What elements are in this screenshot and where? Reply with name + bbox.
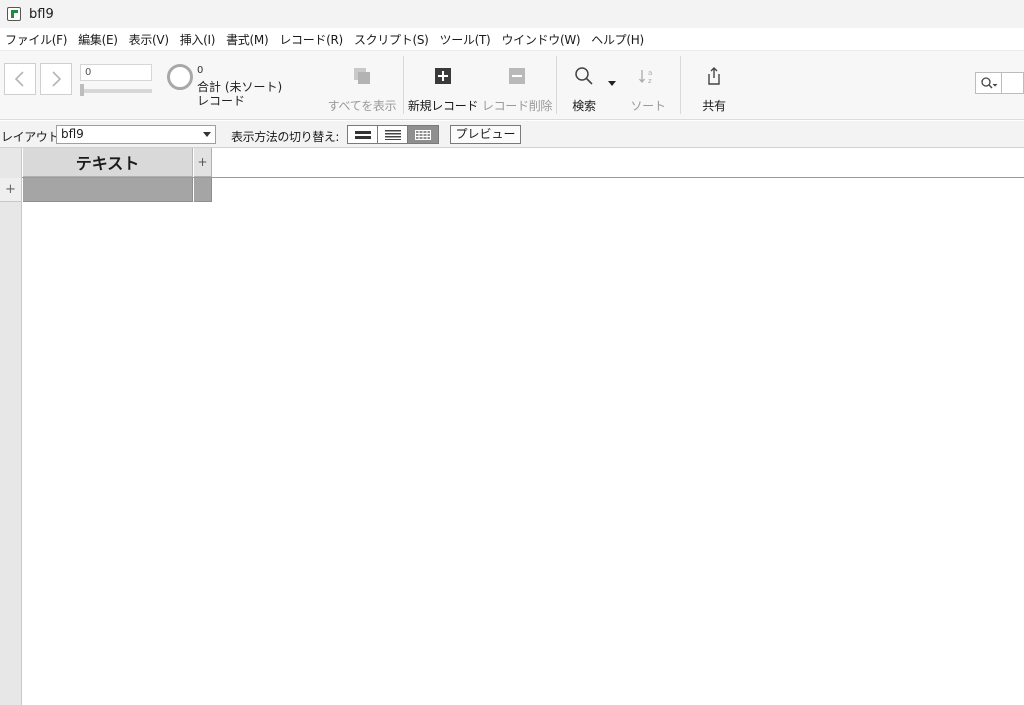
layout-label: レイアウト: — [1, 130, 63, 144]
record-slider[interactable] — [80, 89, 152, 93]
add-field-button[interactable]: + — [194, 148, 212, 177]
toolbar-divider — [680, 56, 681, 114]
menu-scripts[interactable]: スクリプト(S) — [351, 31, 437, 48]
menu-edit[interactable]: 編集(E) — [75, 31, 125, 48]
records-label: レコード — [197, 94, 246, 108]
record-number-field[interactable]: 0 — [80, 64, 152, 81]
show-all-label: すべてを表示 — [327, 99, 397, 113]
show-all-button[interactable]: すべてを表示 — [327, 63, 397, 114]
menu-insert[interactable]: 挿入(I) — [177, 31, 223, 48]
window-title: bfl9 — [29, 6, 54, 22]
toolbar-divider — [556, 56, 557, 114]
menu-format[interactable]: 書式(M) — [223, 31, 276, 48]
layout-bar: レイアウト: bfl9 表示方法の切り替え: プレビュー — [0, 121, 1024, 148]
toolbar-divider — [403, 56, 404, 114]
row-gutter — [0, 148, 22, 705]
svg-text:a: a — [648, 69, 652, 77]
menu-view[interactable]: 表示(V) — [126, 31, 177, 48]
column-header-text[interactable]: テキスト — [23, 148, 193, 177]
find-dropdown-icon[interactable] — [608, 81, 616, 86]
table-cell[interactable] — [23, 178, 193, 202]
menu-bar: ファイル(F) 編集(E) 表示(V) 挿入(I) 書式(M) レコード(R) … — [0, 28, 1024, 51]
search-icon[interactable] — [976, 73, 1002, 93]
title-bar: bfl9 — [0, 0, 1024, 28]
menu-file[interactable]: ファイル(F) — [2, 31, 75, 48]
table-view-area: テキスト + + — [0, 148, 1024, 705]
delete-record-label: レコード削除 — [481, 99, 553, 113]
sort-button[interactable]: az ソート — [630, 63, 666, 114]
record-slider-thumb[interactable] — [80, 84, 84, 96]
share-button[interactable]: 共有 — [696, 63, 732, 114]
sort-label: ソート — [630, 99, 666, 113]
next-record-button[interactable] — [40, 63, 72, 95]
preview-button[interactable]: プレビュー — [450, 125, 521, 144]
new-record-button[interactable]: 新規レコード — [407, 63, 479, 114]
view-as-toggle — [347, 125, 439, 144]
status-toolbar: 0 0 合計 (未ソート) レコード すべてを表示 新規レコード レコード削除 … — [0, 51, 1024, 120]
chevron-down-icon — [203, 132, 211, 137]
plus-square-icon — [430, 63, 456, 89]
view-as-form-button[interactable] — [348, 126, 378, 143]
menu-tools[interactable]: ツール(T) — [437, 31, 499, 48]
view-as-label: 表示方法の切り替え: — [231, 130, 340, 144]
sort-az-icon: az — [635, 63, 661, 89]
delete-record-button[interactable]: レコード削除 — [481, 63, 553, 114]
list-view-icon — [384, 129, 401, 140]
quick-find-field[interactable] — [975, 72, 1024, 94]
chevron-right-icon — [52, 71, 62, 87]
share-label: 共有 — [702, 99, 726, 113]
layout-dropdown[interactable]: bfl9 — [56, 125, 216, 144]
menu-window[interactable]: ウインドウ(W) — [498, 31, 588, 48]
show-all-icon — [349, 63, 375, 89]
form-view-icon — [354, 130, 371, 139]
app-icon — [7, 7, 21, 21]
previous-record-button[interactable] — [4, 63, 36, 95]
share-icon — [701, 63, 727, 89]
magnifier-icon — [571, 63, 597, 89]
chevron-left-icon — [14, 71, 24, 87]
table-view-icon — [415, 129, 431, 140]
view-as-list-button[interactable] — [378, 126, 408, 143]
view-as-table-button[interactable] — [408, 126, 438, 143]
add-record-button[interactable]: + — [0, 178, 22, 202]
find-label: 検索 — [572, 99, 596, 113]
found-set-pie-chart — [167, 64, 193, 90]
new-record-label: 新規レコード — [407, 99, 479, 113]
layout-dropdown-value: bfl9 — [61, 127, 84, 141]
svg-text:z: z — [648, 77, 652, 85]
menu-records[interactable]: レコード(R) — [276, 31, 351, 48]
table-cell-trailing — [194, 178, 212, 202]
minus-square-icon — [504, 63, 530, 89]
found-count: 0 — [197, 65, 204, 76]
menu-help[interactable]: ヘルプ(H) — [588, 31, 652, 48]
find-button[interactable]: 検索 — [566, 63, 602, 114]
